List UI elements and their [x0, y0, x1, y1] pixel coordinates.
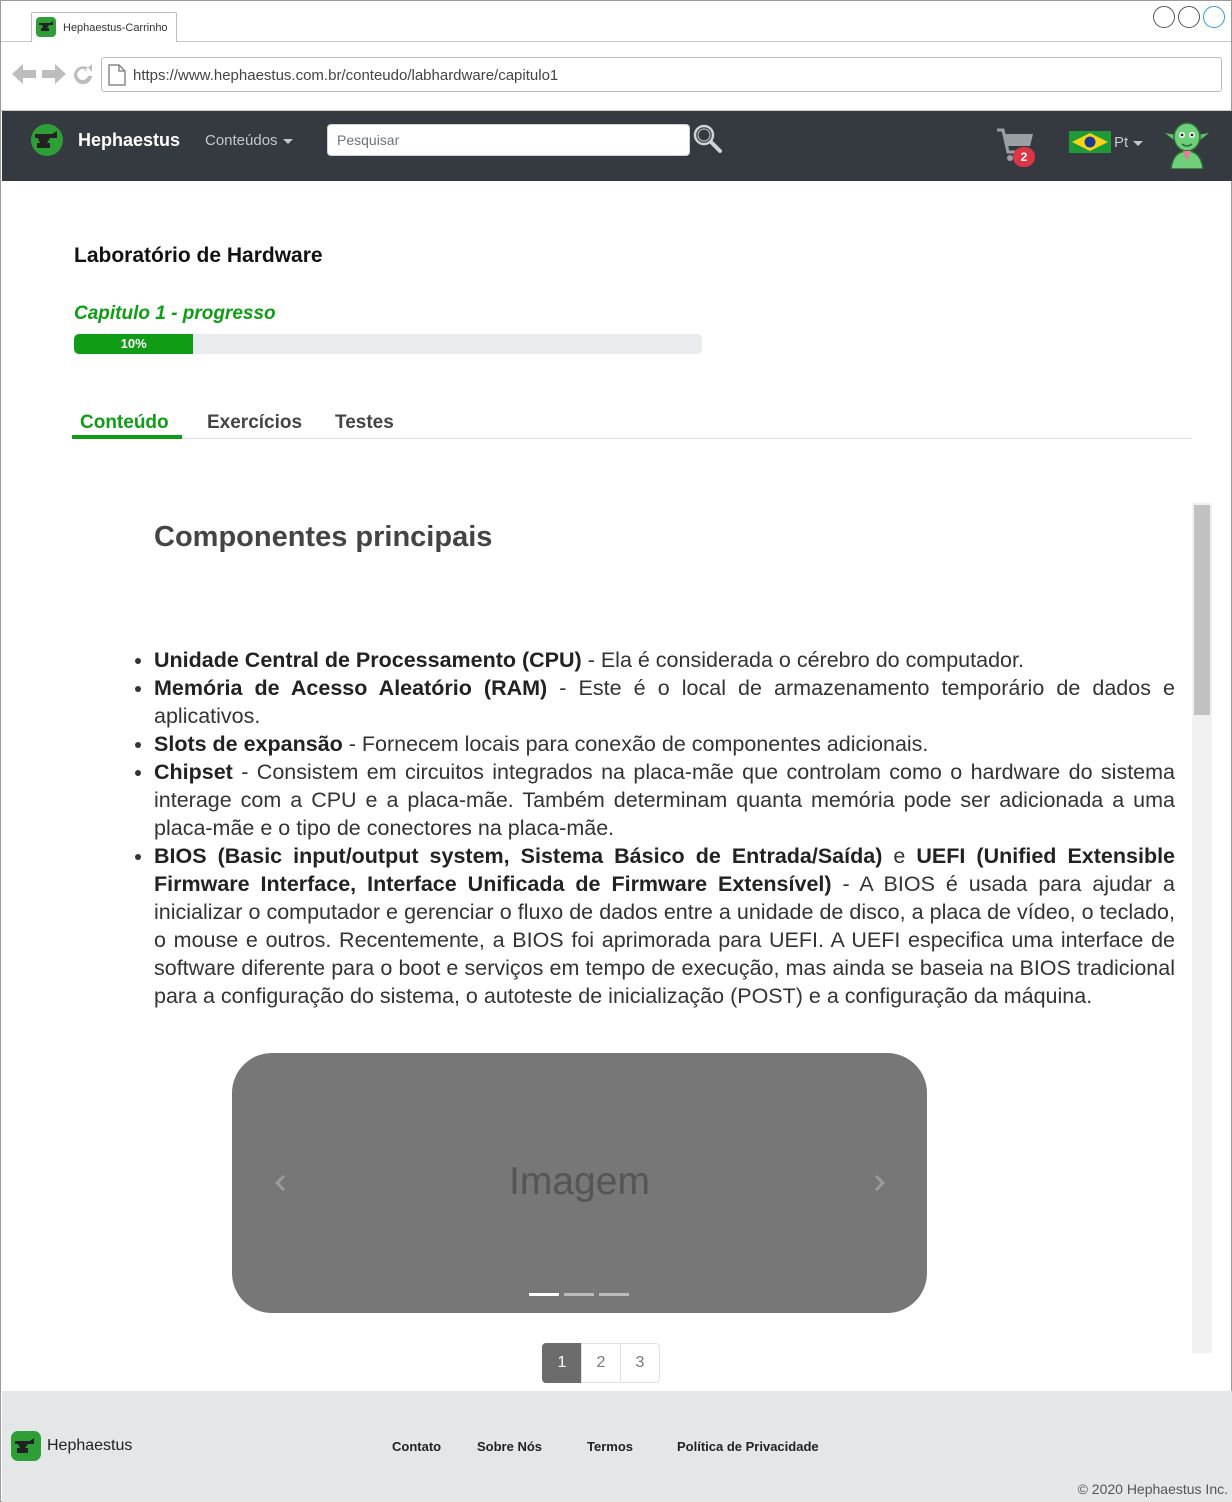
back-arrow-icon[interactable]	[11, 62, 37, 86]
minimize-button[interactable]	[1153, 6, 1175, 28]
cart-badge: 2	[1013, 147, 1035, 167]
forward-arrow-icon[interactable]	[41, 62, 67, 86]
list-item: BIOS (Basic input/output system, Sistema…	[154, 842, 1175, 1010]
close-button[interactable]	[1203, 6, 1225, 28]
anvil-logo-icon[interactable]	[11, 1431, 41, 1461]
page-title: Laboratório de Hardware	[74, 244, 323, 267]
list-item-text: - Ela é considerada o cérebro do computa…	[581, 648, 1024, 672]
list-item-connector: e	[882, 844, 917, 868]
chevron-right-icon[interactable]	[870, 1168, 890, 1198]
progress-label: Capitulo 1 - progresso	[74, 303, 276, 324]
carousel-indicator[interactable]	[529, 1293, 559, 1296]
browser-window: Hephaestus-Carrinho https://www.hephaest…	[0, 0, 1232, 1502]
list-item-term: Memória de Acesso Aleatório (RAM)	[154, 676, 548, 700]
progress-bar-fill: 10%	[74, 334, 194, 354]
list-item-term: BIOS (Basic input/output system, Sistema…	[154, 844, 883, 868]
page-link-1[interactable]: 1	[542, 1343, 582, 1383]
list-item: Memória de Acesso Aleatório (RAM) - Este…	[154, 674, 1175, 730]
tab-conteudo[interactable]: Conteúdo	[80, 412, 169, 434]
footer-link-contato[interactable]: Contato	[392, 1439, 441, 1454]
brand-name[interactable]: Hephaestus	[78, 130, 180, 151]
tab-testes[interactable]: Testes	[335, 412, 394, 434]
page-icon	[108, 64, 126, 86]
footer: Hephaestus Contato Sobre Nós Termos Polí…	[2, 1391, 1232, 1502]
components-list: Unidade Central de Processamento (CPU) -…	[154, 646, 1175, 1010]
image-carousel: Imagem	[232, 1053, 927, 1313]
chevron-down-icon	[282, 138, 293, 144]
browser-tab-title: Hephaestus-Carrinho	[63, 22, 168, 34]
language-dropdown[interactable]: Pt	[1114, 134, 1144, 151]
reload-icon[interactable]	[71, 62, 95, 86]
footer-link-sobre-nos[interactable]: Sobre Nós	[477, 1439, 542, 1454]
content-heading: Componentes principais	[154, 521, 493, 553]
list-item: Slots de expansão - Fornecem locais para…	[154, 730, 1175, 758]
page-link-2[interactable]: 2	[581, 1343, 621, 1383]
anvil-logo-icon[interactable]	[30, 123, 64, 157]
carousel-indicator[interactable]	[599, 1293, 629, 1296]
browser-addressbar: https://www.hephaestus.com.br/conteudo/l…	[1, 42, 1231, 111]
browser-nav-buttons	[11, 62, 95, 86]
content-tabs: Conteúdo Exercícios Testes	[72, 401, 1192, 439]
anvil-logo-icon	[36, 17, 56, 37]
chevron-down-icon	[1133, 140, 1144, 146]
list-item: Chipset - Consistem em circuitos integra…	[154, 758, 1175, 842]
app-navbar: Hephaestus Conteúdos 2 Pt	[2, 111, 1232, 181]
url-text: https://www.hephaestus.com.br/conteudo/l…	[133, 67, 559, 84]
content-scrollbar[interactable]	[1192, 503, 1212, 1353]
list-item-text: - Consistem em circuitos integrados na p…	[154, 760, 1175, 840]
carousel-indicator[interactable]	[564, 1293, 594, 1296]
goblin-avatar-icon[interactable]	[1163, 117, 1211, 169]
search-input[interactable]	[327, 124, 690, 156]
maximize-button[interactable]	[1178, 6, 1200, 28]
footer-link-termos[interactable]: Termos	[587, 1439, 633, 1454]
progress-bar: 10%	[74, 334, 702, 354]
list-item-term: Slots de expansão	[154, 732, 343, 756]
contents-dropdown[interactable]: Conteúdos	[205, 132, 293, 149]
footer-link-privacidade[interactable]: Política de Privacidade	[677, 1439, 819, 1454]
carousel-placeholder-text: Imagem	[509, 1160, 650, 1203]
footer-brand[interactable]: Hephaestus	[47, 1437, 132, 1455]
active-tab-indicator	[72, 435, 182, 439]
list-item-text: - Fornecem locais para conexão de compon…	[342, 732, 929, 756]
url-field[interactable]: https://www.hephaestus.com.br/conteudo/l…	[101, 57, 1222, 92]
list-item-term: Unidade Central de Processamento (CPU)	[154, 648, 582, 672]
carousel-indicators	[529, 1293, 629, 1296]
browser-tabbar: Hephaestus-Carrinho	[1, 1, 1231, 43]
page-link-3[interactable]: 3	[620, 1343, 660, 1383]
search-icon[interactable]	[692, 123, 722, 153]
window-controls	[1153, 6, 1225, 28]
scrollbar-thumb[interactable]	[1194, 505, 1210, 715]
brazil-flag-icon[interactable]	[1069, 131, 1111, 153]
list-item: Unidade Central de Processamento (CPU) -…	[154, 646, 1175, 674]
tab-exercicios[interactable]: Exercícios	[207, 412, 302, 434]
language-label: Pt	[1114, 134, 1129, 151]
list-item-term: Chipset	[154, 760, 233, 784]
pagination: 1 2 3	[542, 1343, 660, 1383]
chevron-left-icon[interactable]	[270, 1168, 290, 1198]
contents-dropdown-label: Conteúdos	[205, 132, 278, 149]
browser-tab[interactable]: Hephaestus-Carrinho	[31, 12, 177, 43]
copyright: © 2020 Hephaestus Inc.	[1077, 1481, 1228, 1497]
